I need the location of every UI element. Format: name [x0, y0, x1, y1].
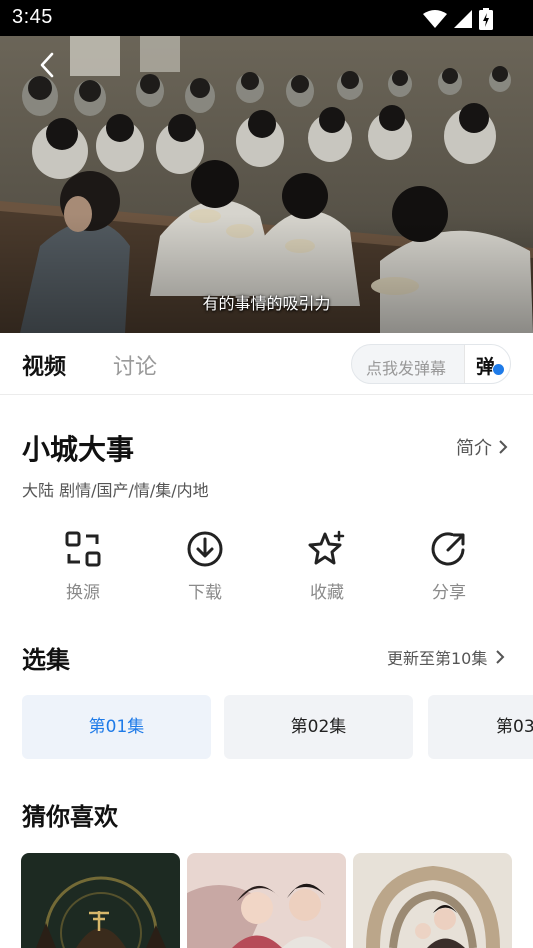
- episodes-update-label: 更新至第10集: [387, 649, 488, 668]
- tab-discussion[interactable]: 讨论: [113, 349, 157, 381]
- danmu-input[interactable]: 点我发弹幕 弹: [351, 344, 511, 384]
- wifi-icon: [423, 10, 447, 28]
- download-label: 下载: [188, 583, 222, 603]
- video-player[interactable]: 有的事情的吸引力: [0, 36, 533, 333]
- back-arrow-icon[interactable]: [34, 50, 62, 80]
- download-icon: [187, 531, 223, 567]
- intro-link[interactable]: 简介: [456, 434, 508, 460]
- favorite-button[interactable]: 收藏: [277, 530, 377, 603]
- share-button[interactable]: 分享: [399, 530, 499, 603]
- poster-image: [21, 853, 180, 948]
- show-tags: 大陆 剧情/国产/情/集/内地: [22, 481, 209, 500]
- favorite-star-icon: [308, 530, 345, 565]
- switch-source-label: 换源: [66, 583, 100, 603]
- cellular-signal-icon: [454, 10, 472, 28]
- show-title: 小城大事: [22, 433, 135, 466]
- switch-source-icon: [65, 531, 101, 567]
- episode-item[interactable]: 第01集: [22, 695, 211, 759]
- poster-image: [187, 853, 346, 948]
- video-subtitle: 有的事情的吸引力: [202, 294, 331, 313]
- recommend-poster[interactable]: [187, 853, 346, 948]
- check-badge-icon: [492, 363, 505, 376]
- danmu-placeholder: 点我发弹幕: [366, 359, 447, 378]
- share-label: 分享: [432, 583, 466, 603]
- episodes-title: 选集: [22, 646, 70, 674]
- share-icon: [431, 532, 465, 566]
- recommend-poster[interactable]: [353, 853, 512, 948]
- poster-image: [353, 853, 512, 948]
- status-bar: 3:45: [0, 0, 533, 36]
- tab-video[interactable]: 视频: [22, 349, 66, 381]
- recommend-title: 猜你喜欢: [22, 803, 118, 831]
- status-time: 3:45: [12, 6, 53, 28]
- download-button[interactable]: 下载: [155, 530, 255, 603]
- chevron-right-icon: [499, 440, 508, 454]
- battery-icon: [479, 8, 493, 30]
- recommend-poster[interactable]: [21, 853, 180, 948]
- favorite-label: 收藏: [310, 583, 344, 603]
- switch-source-button[interactable]: 换源: [33, 530, 133, 603]
- chevron-right-icon: [496, 650, 505, 664]
- tab-bar: 视频 讨论 点我发弹幕 弹: [0, 333, 533, 395]
- episode-item[interactable]: 第03集: [428, 695, 533, 759]
- status-icons: [423, 8, 493, 30]
- danmu-toggle-button[interactable]: 弹: [464, 345, 510, 383]
- intro-label: 简介: [456, 438, 492, 459]
- episode-item[interactable]: 第02集: [224, 695, 413, 759]
- video-frame-image: [0, 36, 533, 333]
- episodes-update-link[interactable]: 更新至第10集: [387, 645, 505, 669]
